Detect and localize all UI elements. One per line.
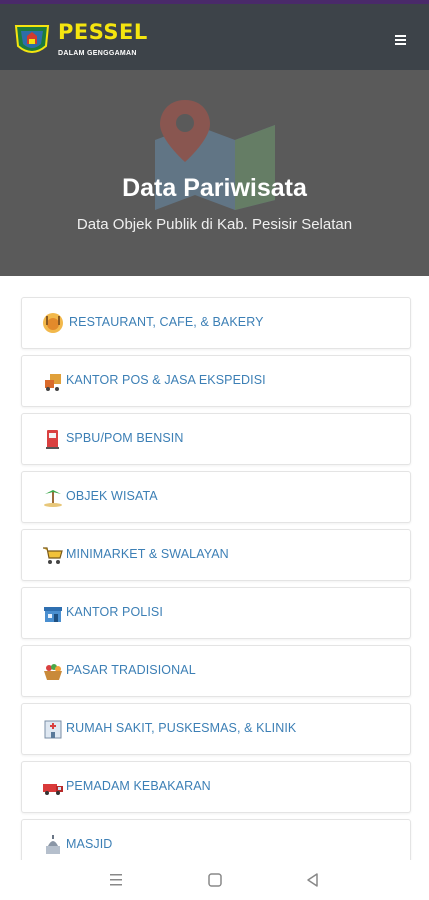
restaurant-icon bbox=[43, 313, 63, 333]
hospital-icon bbox=[44, 720, 62, 739]
category-label: RUMAH SAKIT, PUSKESMAS, & KLINIK bbox=[66, 721, 297, 735]
system-navigation-bar bbox=[0, 860, 429, 900]
page-subtitle: Data Objek Publik di Kab. Pesisir Selata… bbox=[76, 216, 353, 233]
app-bar: PESSEL DALAM GENGGAMAN bbox=[0, 4, 429, 70]
category-label: PASAR TRADISIONAL bbox=[66, 663, 196, 677]
category-label: KANTOR POLISI bbox=[66, 605, 163, 619]
hamburger-icon[interactable] bbox=[388, 28, 412, 52]
category-list: RESTAURANT, CAFE, & BAKERY KANTOR POS & … bbox=[0, 276, 429, 860]
basket-icon bbox=[44, 664, 62, 680]
category-label: KANTOR POS & JASA EKSPEDISI bbox=[66, 373, 266, 387]
logo-subtitle: DALAM GENGGAMAN bbox=[58, 50, 137, 57]
logo-title: PESSEL bbox=[58, 20, 148, 44]
delivery-icon bbox=[45, 374, 61, 391]
category-label: OBJEK WISATA bbox=[66, 489, 158, 503]
category-item-fire-station[interactable]: PEMADAM KEBAKARAN bbox=[21, 761, 411, 813]
cart-icon bbox=[43, 547, 63, 564]
police-station-icon bbox=[44, 607, 62, 622]
pessel-logo[interactable]: PESSEL DALAM GENGGAMAN bbox=[12, 18, 147, 62]
hero-banner: Data Pariwisata Data Objek Publik di Kab… bbox=[0, 70, 429, 276]
category-item-tourism[interactable]: OBJEK WISATA bbox=[21, 471, 411, 523]
category-label: MINIMARKET & SWALAYAN bbox=[66, 547, 229, 561]
coat-of-arms-icon bbox=[14, 25, 50, 53]
fire-truck-icon bbox=[43, 784, 63, 795]
category-item-mosque[interactable]: MASJID bbox=[21, 819, 411, 860]
category-item-post-office[interactable]: KANTOR POS & JASA EKSPEDISI bbox=[21, 355, 411, 407]
fuel-pump-icon bbox=[46, 430, 59, 449]
category-label: MASJID bbox=[66, 837, 113, 851]
island-icon bbox=[44, 490, 62, 507]
category-item-minimarket[interactable]: MINIMARKET & SWALAYAN bbox=[21, 529, 411, 581]
category-label: PEMADAM KEBAKARAN bbox=[66, 779, 211, 793]
category-label: RESTAURANT, CAFE, & BAKERY bbox=[69, 315, 264, 329]
category-item-police[interactable]: KANTOR POLISI bbox=[21, 587, 411, 639]
mosque-icon bbox=[46, 835, 60, 854]
page-title: Data Pariwisata bbox=[122, 174, 307, 202]
category-label: SPBU/POM BENSIN bbox=[66, 431, 184, 445]
category-item-restaurant[interactable]: RESTAURANT, CAFE, & BAKERY bbox=[21, 297, 411, 349]
back-icon[interactable] bbox=[303, 870, 323, 890]
category-item-gas-station[interactable]: SPBU/POM BENSIN bbox=[21, 413, 411, 465]
category-item-market[interactable]: PASAR TRADISIONAL bbox=[21, 645, 411, 697]
home-icon[interactable] bbox=[205, 870, 225, 890]
recent-apps-icon[interactable] bbox=[106, 870, 126, 890]
category-item-hospital[interactable]: RUMAH SAKIT, PUSKESMAS, & KLINIK bbox=[21, 703, 411, 755]
